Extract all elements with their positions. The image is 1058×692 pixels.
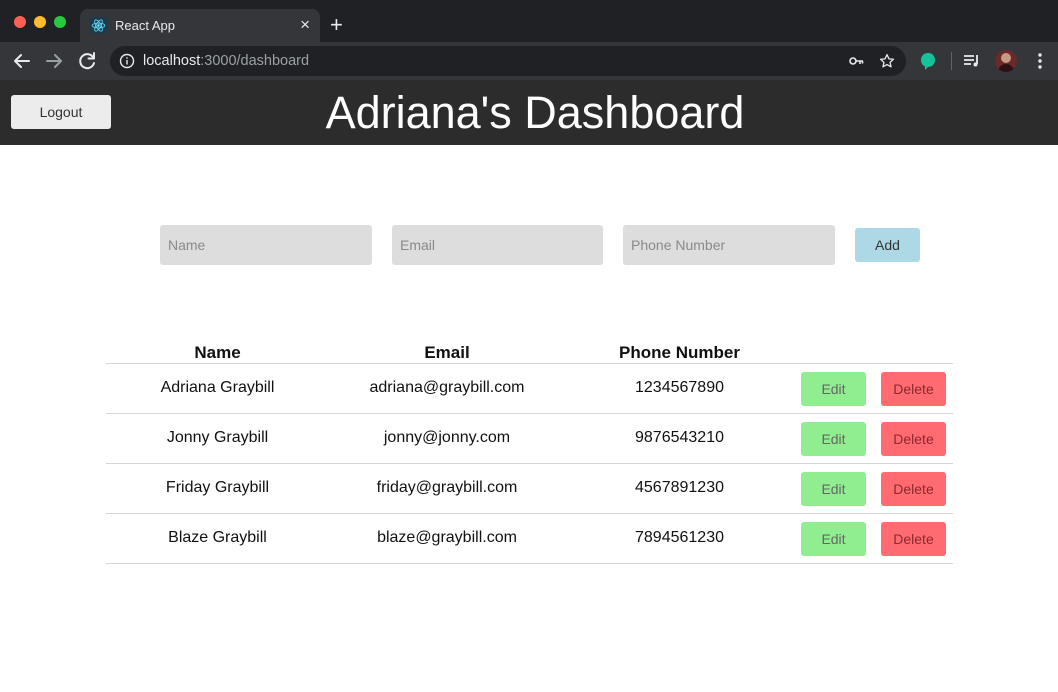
row-actions: Edit Delete: [794, 463, 953, 514]
edit-button[interactable]: Edit: [801, 421, 866, 456]
column-header-email: Email: [329, 341, 565, 364]
forward-arrow-icon[interactable]: [42, 49, 66, 73]
toolbar-divider: [951, 52, 952, 70]
edit-button[interactable]: Edit: [801, 371, 866, 406]
table-row: Adriana Graybill adriana@graybill.com 12…: [106, 363, 953, 414]
contact-phone: 1234567890: [565, 363, 794, 414]
grammarly-icon[interactable]: [918, 51, 938, 71]
add-button[interactable]: Add: [855, 228, 920, 262]
media-queue-icon[interactable]: [962, 51, 982, 71]
table-header-row: Name Email Phone Number: [106, 341, 953, 364]
contacts-table: Name Email Phone Number Adriana Graybill…: [106, 341, 953, 564]
reload-icon[interactable]: [75, 49, 99, 73]
url-text[interactable]: localhost:3000/dashboard: [143, 53, 309, 69]
contact-email: friday@graybill.com: [329, 463, 565, 514]
react-icon: [90, 17, 107, 34]
maximize-window-button[interactable]: [54, 16, 66, 28]
minimize-window-button[interactable]: [34, 16, 46, 28]
contact-email: blaze@graybill.com: [329, 513, 565, 564]
contact-name: Adriana Graybill: [106, 363, 329, 414]
row-actions: Edit Delete: [794, 363, 953, 414]
address-bar[interactable]: localhost:3000/dashboard: [110, 46, 906, 76]
add-contact-form: Add: [0, 0, 1058, 265]
app-header: Logout Adriana's Dashboard: [0, 80, 1058, 145]
edit-button[interactable]: Edit: [801, 471, 866, 506]
url-host: localhost: [143, 53, 201, 69]
phone-input[interactable]: [623, 225, 835, 265]
url-path: :3000/dashboard: [200, 53, 310, 69]
table-row: Blaze Graybill blaze@graybill.com 789456…: [106, 513, 953, 564]
contact-phone: 9876543210: [565, 413, 794, 464]
email-input[interactable]: [392, 225, 603, 265]
delete-button[interactable]: Delete: [881, 521, 946, 556]
table-row: Friday Graybill friday@graybill.com 4567…: [106, 463, 953, 514]
info-icon[interactable]: [119, 53, 135, 69]
close-window-button[interactable]: [14, 16, 26, 28]
new-tab-button[interactable]: +: [330, 12, 343, 38]
column-header-phone: Phone Number: [565, 341, 794, 364]
logout-button[interactable]: Logout: [11, 95, 111, 129]
delete-button[interactable]: Delete: [881, 371, 946, 406]
kebab-menu-icon[interactable]: [1030, 51, 1050, 71]
star-icon[interactable]: [878, 52, 896, 70]
browser-tab[interactable]: React App ×: [80, 9, 320, 42]
delete-button[interactable]: Delete: [881, 471, 946, 506]
contact-phone: 7894561230: [565, 513, 794, 564]
column-header-name: Name: [106, 341, 329, 364]
edit-button[interactable]: Edit: [801, 521, 866, 556]
row-actions: Edit Delete: [794, 413, 953, 464]
table-row: Jonny Graybill jonny@jonny.com 987654321…: [106, 413, 953, 464]
back-arrow-icon[interactable]: [10, 49, 34, 73]
column-header-actions: [794, 341, 953, 364]
contact-name: Blaze Graybill: [106, 513, 329, 564]
tab-title: React App: [115, 18, 175, 33]
name-input[interactable]: [160, 225, 372, 265]
delete-button[interactable]: Delete: [881, 421, 946, 456]
browser-tab-strip: React App × +: [0, 0, 1058, 42]
page-title: Adriana's Dashboard: [325, 87, 745, 138]
contact-email: jonny@jonny.com: [329, 413, 565, 464]
row-actions: Edit Delete: [794, 513, 953, 564]
key-icon[interactable]: [848, 53, 864, 69]
contact-name: Friday Graybill: [106, 463, 329, 514]
browser-toolbar: localhost:3000/dashboard: [0, 42, 1058, 80]
profile-avatar[interactable]: [995, 50, 1017, 72]
contact-email: adriana@graybill.com: [329, 363, 565, 414]
contact-phone: 4567891230: [565, 463, 794, 514]
tab-close-icon[interactable]: ×: [300, 15, 310, 35]
contact-name: Jonny Graybill: [106, 413, 329, 464]
